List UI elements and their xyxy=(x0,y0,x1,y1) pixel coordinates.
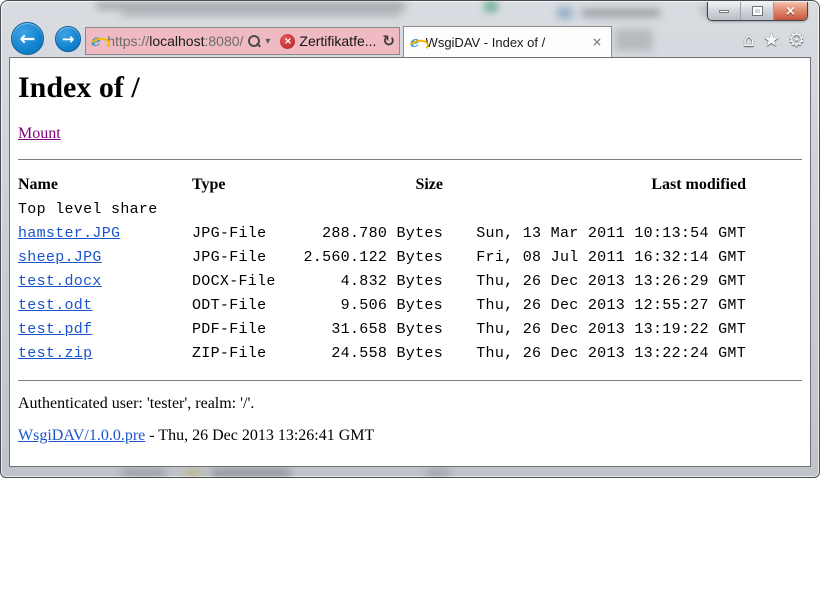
file-type: ODT-File xyxy=(192,294,298,318)
back-arrow-icon: ← xyxy=(20,28,36,50)
server-signature: WsgiDAV/1.0.0.pre - Thu, 26 Dec 2013 13:… xyxy=(18,427,802,445)
file-size: 2.560.122 Bytes xyxy=(298,246,443,270)
restore-icon xyxy=(753,7,762,15)
file-link[interactable]: test.pdf xyxy=(18,321,92,338)
file-size: 24.558 Bytes xyxy=(298,342,443,366)
blurred-desktop-item xyxy=(581,9,661,17)
browser-tab[interactable]: e WsgiDAV - Index of / × xyxy=(403,26,612,57)
blurred-taskbar-item xyxy=(426,469,451,477)
share-note: Top level share xyxy=(18,198,746,222)
table-row: test.pdf PDF-File 31.658 Bytes Thu, 26 D… xyxy=(18,318,746,342)
blurred-desktop-item xyxy=(96,3,406,9)
file-type: JPG-File xyxy=(192,246,298,270)
search-icon[interactable] xyxy=(247,35,260,48)
file-type: DOCX-File xyxy=(192,270,298,294)
table-header-row: Name Type Size Last modified xyxy=(18,172,746,198)
favorites-star-icon[interactable]: ★ xyxy=(763,29,780,51)
divider xyxy=(18,380,802,381)
tab-favicon: e xyxy=(410,35,420,50)
certificate-error-icon: × xyxy=(280,34,295,49)
forward-arrow-icon: → xyxy=(62,30,75,48)
close-button[interactable]: × xyxy=(774,2,807,20)
file-type: PDF-File xyxy=(192,318,298,342)
table-row: sheep.JPG JPG-File 2.560.122 Bytes Fri, … xyxy=(18,246,746,270)
file-size: 31.658 Bytes xyxy=(298,318,443,342)
file-listing-table: Name Type Size Last modified Top level s… xyxy=(18,172,746,366)
table-note-row: Top level share xyxy=(18,198,746,222)
address-bar[interactable]: e https://localhost:8080/ ▾ × Zertifikat… xyxy=(85,27,400,55)
file-link[interactable]: test.docx xyxy=(18,273,102,290)
refresh-icon[interactable]: ↻ xyxy=(382,34,395,49)
back-button[interactable]: ← xyxy=(11,22,44,55)
tab-title: WsgiDAV - Index of / xyxy=(426,35,589,50)
page-title: Index of / xyxy=(18,71,802,105)
blurred-desktop-item xyxy=(557,7,573,19)
table-row: test.docx DOCX-File 4.832 Bytes Thu, 26 … xyxy=(18,270,746,294)
mount-link[interactable]: Mount xyxy=(18,125,61,142)
tab-close-icon[interactable]: × xyxy=(589,34,605,50)
blurred-taskbar-item xyxy=(184,469,202,477)
blurred-desktop-item xyxy=(615,29,653,51)
file-modified: Thu, 26 Dec 2013 13:26:29 GMT xyxy=(443,270,746,294)
blurred-taskbar-item xyxy=(211,469,291,477)
home-icon[interactable]: ⌂ xyxy=(743,29,755,51)
forward-button[interactable]: → xyxy=(55,26,81,52)
search-dropdown-caret-icon[interactable]: ▾ xyxy=(265,36,270,47)
authenticated-user-text: Authenticated user: 'tester', realm: '/'… xyxy=(18,395,802,413)
page-viewport: Index of / Mount Name Type Size Last mod… xyxy=(9,57,811,467)
table-row: hamster.JPG JPG-File 288.780 Bytes Sun, … xyxy=(18,222,746,246)
close-icon: × xyxy=(785,5,796,18)
restore-button[interactable] xyxy=(741,2,774,20)
file-modified: Fri, 08 Jul 2011 16:32:14 GMT xyxy=(443,246,746,270)
server-timestamp: - Thu, 26 Dec 2013 13:26:41 GMT xyxy=(145,427,374,444)
file-modified: Thu, 26 Dec 2013 12:55:27 GMT xyxy=(443,294,746,318)
settings-gear-icon[interactable]: ⚙ xyxy=(788,29,805,51)
column-header-name: Name xyxy=(18,172,192,198)
file-type: JPG-File xyxy=(192,222,298,246)
file-link[interactable]: sheep.JPG xyxy=(18,249,102,266)
column-header-size: Size xyxy=(298,172,443,198)
minimize-icon xyxy=(719,10,729,13)
column-header-type: Type xyxy=(192,172,298,198)
file-type: ZIP-File xyxy=(192,342,298,366)
ie-favicon: e xyxy=(91,33,101,49)
server-version-link[interactable]: WsgiDAV/1.0.0.pre xyxy=(18,427,145,444)
file-size: 9.506 Bytes xyxy=(298,294,443,318)
url-host: localhost xyxy=(149,33,204,49)
file-size: 4.832 Bytes xyxy=(298,270,443,294)
file-modified: Thu, 26 Dec 2013 13:19:22 GMT xyxy=(443,318,746,342)
divider xyxy=(18,159,802,160)
file-size: 288.780 Bytes xyxy=(298,222,443,246)
file-modified: Sun, 13 Mar 2011 10:13:54 GMT xyxy=(443,222,746,246)
minimize-button[interactable] xyxy=(708,2,741,20)
table-row: test.odt ODT-File 9.506 Bytes Thu, 26 De… xyxy=(18,294,746,318)
column-header-modified: Last modified xyxy=(443,172,746,198)
blurred-taskbar-item xyxy=(121,469,166,477)
file-modified: Thu, 26 Dec 2013 13:22:24 GMT xyxy=(443,342,746,366)
file-link[interactable]: test.odt xyxy=(18,297,92,314)
blurred-desktop-item xyxy=(484,1,498,12)
url-port-path: :8080/ xyxy=(204,33,243,49)
browser-window: × ← → e https://localhost:8080/ ▾ × Zert… xyxy=(0,0,820,478)
file-link[interactable]: hamster.JPG xyxy=(18,225,120,242)
window-caption-buttons: × xyxy=(707,2,808,21)
url-scheme: https:// xyxy=(107,33,149,49)
file-link[interactable]: test.zip xyxy=(18,345,92,362)
browser-toolbar: ⌂ ★ ⚙ xyxy=(743,29,805,51)
blurred-desktop-item xyxy=(121,11,401,16)
table-row: test.zip ZIP-File 24.558 Bytes Thu, 26 D… xyxy=(18,342,746,366)
certificate-error-button[interactable]: Zertifikatfe... xyxy=(299,33,376,49)
